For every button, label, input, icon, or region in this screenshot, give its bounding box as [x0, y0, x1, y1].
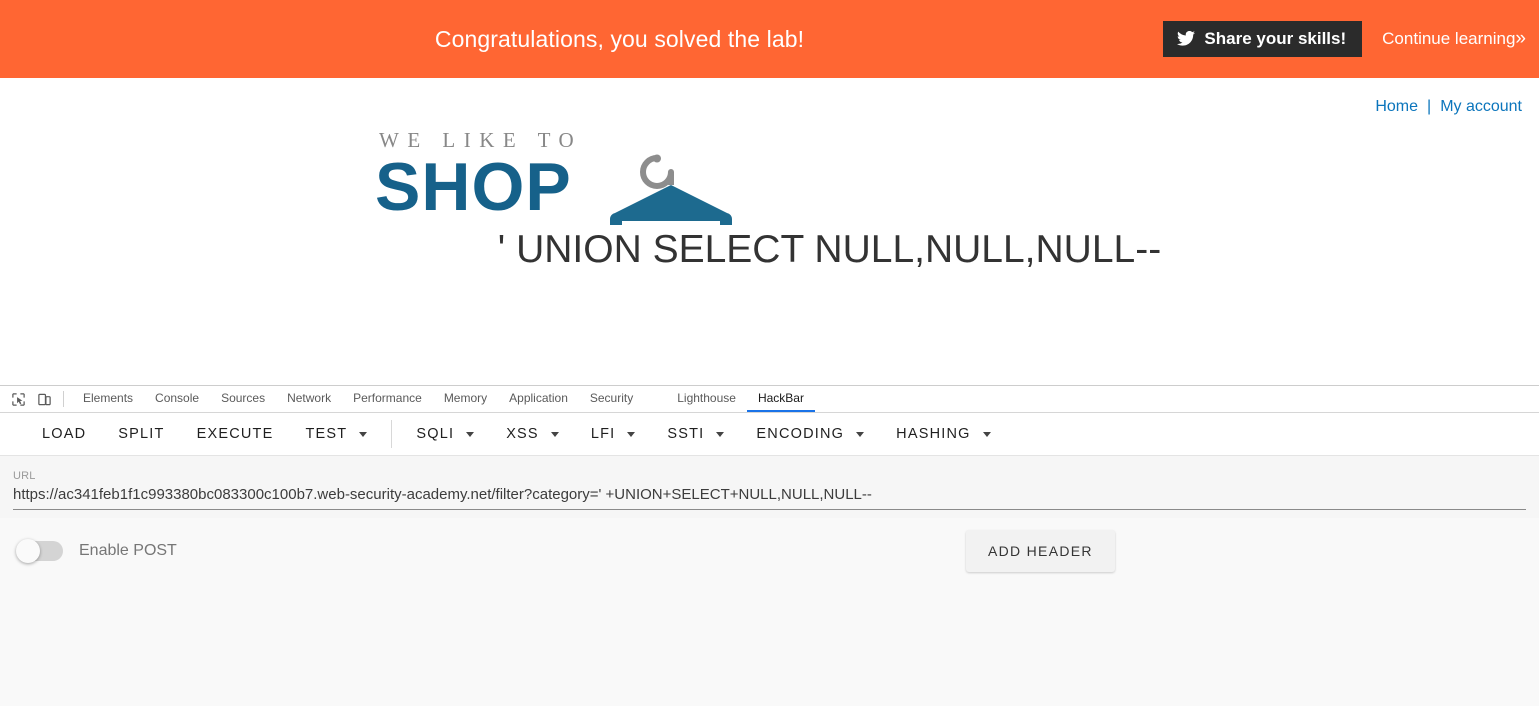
chevron-down-icon	[550, 431, 559, 437]
hackbar-lfi-label: LFI	[590, 426, 616, 442]
nav-home-link[interactable]: Home	[1375, 98, 1418, 116]
clothes-hanger-icon	[607, 138, 737, 230]
chevron-down-icon	[466, 431, 475, 437]
devtools-panel: Elements Console Sources Network Perform…	[0, 385, 1539, 706]
hackbar-encoding-label: ENCODING	[756, 426, 845, 442]
site-logo: WE LIKE TO SHOP	[375, 128, 745, 238]
url-field-label: URL	[13, 470, 36, 482]
share-button-label: Share your skills!	[1204, 29, 1347, 48]
toolbar-divider	[63, 391, 64, 407]
tab-sources[interactable]: Sources	[210, 386, 276, 412]
chevron-down-icon	[359, 431, 368, 437]
tab-lighthouse[interactable]: Lighthouse	[666, 386, 747, 412]
tab-network[interactable]: Network	[276, 386, 342, 412]
hackbar-ssti-menu[interactable]: SSTI	[651, 413, 740, 456]
add-header-button[interactable]: ADD HEADER	[966, 530, 1115, 572]
hackbar-ssti-label: SSTI	[667, 426, 705, 442]
hackbar-hashing-label: HASHING	[896, 426, 971, 442]
hackbar-url-section: URL	[0, 456, 1539, 518]
share-your-skills-button[interactable]: Share your skills!	[1163, 21, 1363, 57]
enable-post-label: Enable POST	[79, 542, 177, 559]
hackbar-execute-label: EXECUTE	[196, 426, 274, 442]
tab-application[interactable]: Application	[498, 386, 579, 412]
hackbar-split-button[interactable]: SPLIT	[102, 413, 180, 456]
hackbar-controls-section: Enable POST ADD HEADER	[0, 518, 1539, 706]
tab-security[interactable]: Security	[579, 386, 644, 412]
continue-learning-link[interactable]: Continue learning»	[1382, 28, 1526, 50]
hackbar-sqli-label: SQLI	[416, 426, 455, 442]
tab-hackbar[interactable]: HackBar	[746, 386, 815, 412]
nav-separator: |	[1427, 98, 1432, 115]
page-title: ' UNION SELECT NULL,NULL,NULL--	[497, 228, 1162, 271]
hackbar-test-label: TEST	[305, 426, 348, 442]
hackbar-split-label: SPLIT	[118, 426, 165, 442]
hackbar-xss-menu[interactable]: XSS	[490, 413, 575, 456]
tab-elements[interactable]: Elements	[72, 386, 144, 412]
devtools-tab-bar: Elements Console Sources Network Perform…	[0, 386, 1539, 413]
tab-console[interactable]: Console	[144, 386, 210, 412]
inspect-element-icon[interactable]	[5, 386, 31, 412]
enable-post-toggle[interactable]: Enable POST	[16, 539, 177, 563]
hackbar-hashing-menu[interactable]: HASHING	[880, 413, 1006, 456]
tab-performance[interactable]: Performance	[342, 386, 433, 412]
lab-site-content: Home | My account WE LIKE TO SHOP ' UNIO…	[0, 78, 1539, 385]
chevron-down-icon	[716, 431, 725, 437]
hackbar-execute-button[interactable]: EXECUTE	[181, 413, 290, 456]
hackbar-toolbar-divider	[391, 420, 393, 448]
hackbar-load-button[interactable]: LOAD	[26, 413, 102, 456]
hackbar-encoding-menu[interactable]: ENCODING	[740, 413, 880, 456]
nav-my-account-link[interactable]: My account	[1440, 98, 1522, 116]
lab-status-banner: Congratulations, you solved the lab! Sha…	[0, 0, 1539, 78]
continue-learning-label: Continue learning	[1382, 29, 1516, 48]
site-navigation: Home | My account	[1375, 98, 1522, 116]
chevron-down-icon	[627, 431, 636, 437]
hackbar-sqli-menu[interactable]: SQLI	[400, 413, 490, 456]
hackbar-test-menu[interactable]: TEST	[289, 413, 383, 456]
chevron-right-icon: »	[1515, 28, 1526, 49]
toggle-knob	[16, 539, 40, 563]
hackbar-xss-label: XSS	[506, 426, 539, 442]
device-toolbar-icon[interactable]	[31, 386, 57, 412]
chevron-down-icon	[982, 431, 991, 437]
chevron-down-icon	[856, 431, 865, 437]
tab-memory[interactable]: Memory	[433, 386, 498, 412]
hackbar-lfi-menu[interactable]: LFI	[575, 413, 652, 456]
hackbar-toolbar: LOAD SPLIT EXECUTE TEST SQLI XSS LFI SST…	[0, 413, 1539, 456]
url-input[interactable]	[13, 486, 1526, 510]
twitter-icon	[1177, 31, 1196, 46]
toggle-track	[16, 539, 63, 563]
lab-banner-actions: Share your skills! Continue learning»	[1163, 0, 1526, 78]
hackbar-load-label: LOAD	[42, 426, 87, 442]
